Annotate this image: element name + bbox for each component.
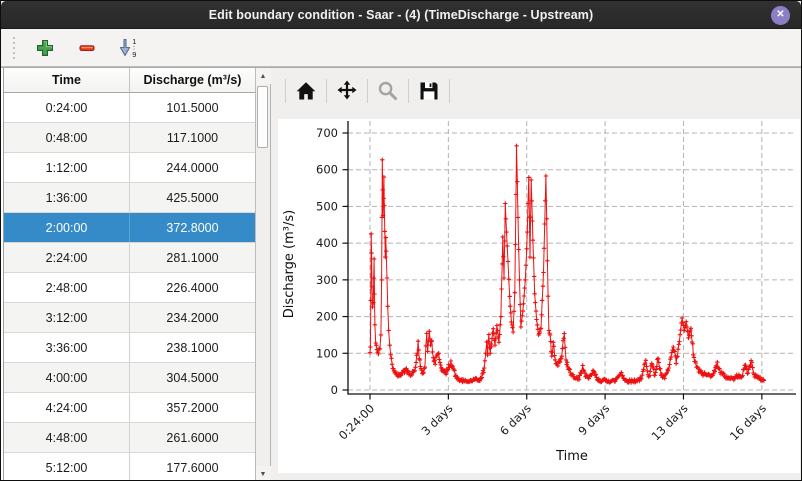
home-icon (294, 79, 318, 103)
table-row[interactable]: 5:12:00177.6000 (4, 453, 255, 481)
plus-icon (35, 38, 55, 58)
table-cell-discharge[interactable]: 357.2000 (130, 393, 255, 422)
y-tick-label: 400 (316, 236, 338, 250)
table-cell-discharge[interactable]: 177.6000 (130, 453, 255, 481)
app-toolbar: 1 9 (1, 29, 801, 67)
x-tick-label: 0:24:00 (336, 401, 377, 442)
sort-rows-button[interactable]: 1 9 (115, 35, 143, 61)
table-row[interactable]: 1:12:00244.0000 (4, 153, 255, 183)
figure-canvas[interactable]: 0 100 200 300 400 500 600 700 0:24:00 3 days 6 day… (278, 119, 800, 473)
y-tick-label: 200 (316, 310, 338, 324)
table-row[interactable]: 2:00:00372.8000 (4, 213, 255, 243)
table-row[interactable]: 2:24:00281.1000 (4, 243, 255, 273)
close-button[interactable]: ✕ (771, 6, 790, 25)
zoom-to-rect-button[interactable] (374, 77, 402, 105)
table-cell-discharge[interactable]: 372.8000 (130, 213, 255, 242)
toolbar-drag-handle-icon[interactable] (11, 37, 17, 59)
table-cell-time[interactable]: 3:12:00 (4, 303, 130, 332)
scroll-up-button[interactable]: ▲ (256, 68, 271, 84)
table-row[interactable]: 4:00:00304.5000 (4, 363, 255, 393)
close-icon: ✕ (776, 10, 784, 20)
titlebar[interactable]: Edit boundary condition - Saar - (4) (Ti… (1, 1, 801, 29)
table-row[interactable]: 3:12:00234.2000 (4, 303, 255, 333)
table-cell-discharge[interactable]: 425.5000 (130, 183, 255, 212)
remove-row-button[interactable] (73, 35, 101, 61)
table-cell-time[interactable]: 0:48:00 (4, 123, 130, 152)
x-tick-label: 3 days (419, 401, 456, 438)
x-tick-label: 9 days (575, 401, 612, 438)
table-cell-time[interactable]: 1:36:00 (4, 183, 130, 212)
y-tick-label: 500 (316, 199, 338, 213)
scroll-up-icon: ▲ (260, 73, 267, 80)
table-cell-time[interactable]: 4:24:00 (4, 393, 130, 422)
table-cell-time[interactable]: 4:00:00 (4, 363, 130, 392)
scrollbar-track[interactable] (256, 84, 271, 466)
table-cell-time[interactable]: 2:48:00 (4, 273, 130, 302)
x-tick-label: 13 days (649, 401, 691, 443)
y-tick-label: 600 (316, 163, 338, 177)
sort-ascending-icon: 1 9 (118, 37, 140, 59)
table-cell-discharge[interactable]: 101.5000 (130, 93, 255, 122)
sort-badge-bottom: 9 (132, 50, 136, 59)
y-axis-label: Discharge (m³/s) (282, 210, 297, 318)
scroll-down-icon: ▼ (260, 471, 267, 478)
table-row[interactable]: 0:24:00101.5000 (4, 93, 255, 123)
chart-toolbar (271, 68, 801, 114)
table-body: 0:24:00101.50000:48:00117.10001:12:00244… (4, 93, 255, 481)
chart-panel: 0 100 200 300 400 500 600 700 0:24:00 3 days 6 day… (271, 68, 801, 481)
edit-boundary-condition-window: Edit boundary condition - Saar - (4) (Ti… (0, 0, 802, 481)
y-tick-label: 300 (316, 273, 338, 287)
window-title: Edit boundary condition - Saar - (4) (Ti… (209, 8, 594, 22)
table-cell-discharge[interactable]: 261.6000 (130, 423, 255, 452)
table-row[interactable]: 1:36:00425.5000 (4, 183, 255, 213)
table-cell-time[interactable]: 4:48:00 (4, 423, 130, 452)
x-axis-label: Time (555, 449, 588, 464)
y-tick-label: 100 (316, 346, 338, 360)
table-cell-time[interactable]: 0:24:00 (4, 93, 130, 122)
minus-icon (77, 38, 97, 58)
add-row-button[interactable] (31, 35, 59, 61)
table-cell-time[interactable]: 2:24:00 (4, 243, 130, 272)
discharge-chart: 0 100 200 300 400 500 600 700 0:24:00 3 days 6 day… (278, 119, 800, 473)
sort-badge-top: 1 (132, 37, 136, 46)
table-cell-discharge[interactable]: 238.1000 (130, 333, 255, 362)
boundary-table: Time Discharge (m³/s) 0:24:00101.50000:4… (3, 68, 255, 481)
table-row[interactable]: 4:24:00357.2000 (4, 393, 255, 423)
table-cell-time[interactable]: 3:36:00 (4, 333, 130, 362)
table-panel: Time Discharge (m³/s) 0:24:00101.50000:4… (1, 68, 271, 481)
pan-button[interactable] (333, 77, 361, 105)
table-header: Time Discharge (m³/s) (4, 68, 255, 93)
table-cell-discharge[interactable]: 234.2000 (130, 303, 255, 332)
home-button[interactable] (292, 77, 320, 105)
table-row[interactable]: 2:48:00226.4000 (4, 273, 255, 303)
table-cell-discharge[interactable]: 117.1000 (130, 123, 255, 152)
table-row[interactable]: 4:48:00261.6000 (4, 423, 255, 453)
save-figure-button[interactable] (415, 77, 443, 105)
table-row[interactable]: 3:36:00238.1000 (4, 333, 255, 363)
scrollbar-thumb[interactable] (257, 86, 268, 148)
content-area: Time Discharge (m³/s) 0:24:00101.50000:4… (1, 67, 801, 481)
save-icon (417, 79, 441, 103)
column-header-time[interactable]: Time (4, 68, 130, 92)
table-cell-time[interactable]: 1:12:00 (4, 153, 130, 182)
magnifier-icon (376, 79, 400, 103)
table-scrollbar[interactable]: ▲ ▼ (255, 68, 270, 481)
table-row[interactable]: 0:48:00117.1000 (4, 123, 255, 153)
x-tick-label: 6 days (497, 401, 534, 438)
pan-icon (335, 79, 359, 103)
scroll-down-button[interactable]: ▼ (256, 466, 271, 481)
table-cell-discharge[interactable]: 226.4000 (130, 273, 255, 302)
y-tick-label: 0 (331, 383, 338, 397)
x-tick-label: 16 days (727, 401, 769, 443)
y-tick-label: 700 (316, 126, 338, 140)
table-cell-time[interactable]: 5:12:00 (4, 453, 130, 481)
table-cell-discharge[interactable]: 304.5000 (130, 363, 255, 392)
table-cell-discharge[interactable]: 244.0000 (130, 153, 255, 182)
table-cell-time[interactable]: 2:00:00 (4, 213, 130, 242)
column-header-discharge[interactable]: Discharge (m³/s) (130, 68, 255, 92)
table-cell-discharge[interactable]: 281.1000 (130, 243, 255, 272)
